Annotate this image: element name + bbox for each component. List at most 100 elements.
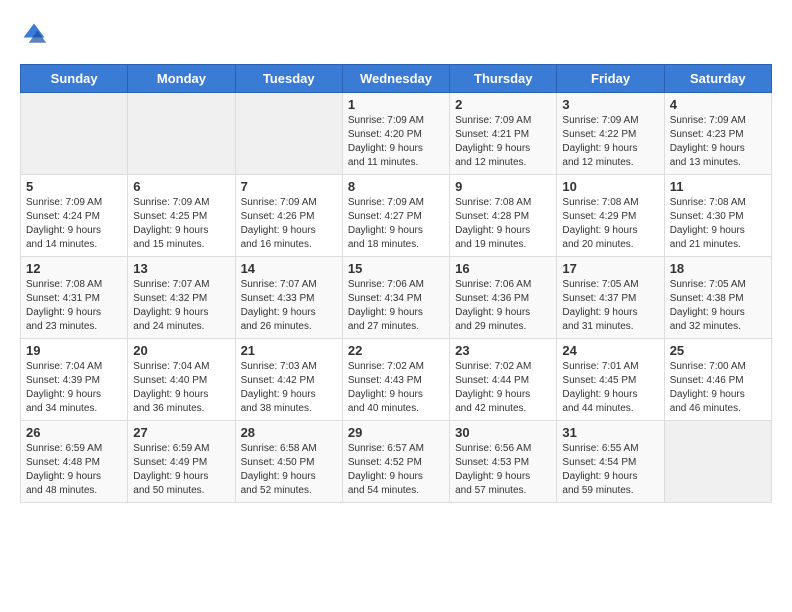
day-number: 14 [241,261,337,276]
day-info: Sunrise: 7:07 AM Sunset: 4:32 PM Dayligh… [133,278,229,334]
day-info: Sunrise: 7:09 AM Sunset: 4:20 PM Dayligh… [348,114,444,170]
calendar-cell [235,93,342,175]
day-number: 22 [348,343,444,358]
day-number: 27 [133,425,229,440]
day-info: Sunrise: 7:06 AM Sunset: 4:36 PM Dayligh… [455,278,551,334]
calendar-cell: 7 Sunrise: 7:09 AM Sunset: 4:26 PM Daylig… [235,175,342,257]
calendar-table: SundayMondayTuesdayWednesdayThursdayFrid… [20,64,772,503]
day-number: 7 [241,179,337,194]
day-info: Sunrise: 7:05 AM Sunset: 4:37 PM Dayligh… [562,278,658,334]
calendar-cell: 4Sunrise: 7:09 AM Sunset: 4:23 PM Daylig… [664,93,771,175]
calendar-cell: 15 Sunrise: 7:06 AM Sunset: 4:34 PM Dayli… [342,257,449,339]
calendar-cell: 24 Sunrise: 7:01 AM Sunset: 4:45 PM Dayli… [557,339,664,421]
calendar-cell: 28 Sunrise: 6:58 AM Sunset: 4:50 PM Dayli… [235,421,342,503]
calendar-cell: 19 Sunrise: 7:04 AM Sunset: 4:39 PM Dayli… [21,339,128,421]
weekday-header-tuesday: Tuesday [235,65,342,93]
calendar-cell: 23 Sunrise: 7:02 AM Sunset: 4:44 PM Dayli… [450,339,557,421]
day-info: Sunrise: 6:57 AM Sunset: 4:52 PM Dayligh… [348,442,444,498]
day-info: Sunrise: 7:09 AM Sunset: 4:21 PM Dayligh… [455,114,551,170]
day-info: Sunrise: 7:04 AM Sunset: 4:39 PM Dayligh… [26,360,122,416]
day-number: 28 [241,425,337,440]
day-number: 5 [26,179,122,194]
day-number: 26 [26,425,122,440]
calendar-cell: 27 Sunrise: 6:59 AM Sunset: 4:49 PM Dayli… [128,421,235,503]
calendar-week-1: 1 Sunrise: 7:09 AM Sunset: 4:20 PM Daylig… [21,93,772,175]
day-info: Sunrise: 7:02 AM Sunset: 4:43 PM Dayligh… [348,360,444,416]
calendar-cell: 30Sunrise: 6:56 AM Sunset: 4:53 PM Dayli… [450,421,557,503]
weekday-header-saturday: Saturday [664,65,771,93]
calendar-cell: 16Sunrise: 7:06 AM Sunset: 4:36 PM Dayli… [450,257,557,339]
calendar-cell: 26 Sunrise: 6:59 AM Sunset: 4:48 PM Dayli… [21,421,128,503]
day-number: 21 [241,343,337,358]
day-number: 9 [455,179,551,194]
weekday-header-sunday: Sunday [21,65,128,93]
calendar-body: 1 Sunrise: 7:09 AM Sunset: 4:20 PM Daylig… [21,93,772,503]
day-info: Sunrise: 7:09 AM Sunset: 4:27 PM Dayligh… [348,196,444,252]
day-info: Sunrise: 7:05 AM Sunset: 4:38 PM Dayligh… [670,278,766,334]
calendar-cell: 31 Sunrise: 6:55 AM Sunset: 4:54 PM Dayli… [557,421,664,503]
day-number: 15 [348,261,444,276]
calendar-week-5: 26 Sunrise: 6:59 AM Sunset: 4:48 PM Dayli… [21,421,772,503]
weekday-header-row: SundayMondayTuesdayWednesdayThursdayFrid… [21,65,772,93]
day-number: 29 [348,425,444,440]
calendar-cell: 14 Sunrise: 7:07 AM Sunset: 4:33 PM Dayli… [235,257,342,339]
day-info: Sunrise: 7:09 AM Sunset: 4:24 PM Dayligh… [26,196,122,252]
day-info: Sunrise: 7:08 AM Sunset: 4:28 PM Dayligh… [455,196,551,252]
day-number: 1 [348,97,444,112]
calendar-cell: 11Sunrise: 7:08 AM Sunset: 4:30 PM Dayli… [664,175,771,257]
day-number: 30 [455,425,551,440]
calendar-cell: 12Sunrise: 7:08 AM Sunset: 4:31 PM Dayli… [21,257,128,339]
calendar-cell: 29 Sunrise: 6:57 AM Sunset: 4:52 PM Dayli… [342,421,449,503]
day-number: 10 [562,179,658,194]
day-info: Sunrise: 7:01 AM Sunset: 4:45 PM Dayligh… [562,360,658,416]
day-info: Sunrise: 6:55 AM Sunset: 4:54 PM Dayligh… [562,442,658,498]
day-number: 20 [133,343,229,358]
weekday-header-thursday: Thursday [450,65,557,93]
day-number: 31 [562,425,658,440]
calendar-cell: 8 Sunrise: 7:09 AM Sunset: 4:27 PM Daylig… [342,175,449,257]
day-number: 18 [670,261,766,276]
day-number: 13 [133,261,229,276]
day-info: Sunrise: 7:04 AM Sunset: 4:40 PM Dayligh… [133,360,229,416]
day-info: Sunrise: 7:09 AM Sunset: 4:23 PM Dayligh… [670,114,766,170]
calendar-cell [664,421,771,503]
calendar-cell [128,93,235,175]
day-number: 2 [455,97,551,112]
day-info: Sunrise: 6:58 AM Sunset: 4:50 PM Dayligh… [241,442,337,498]
calendar-cell: 25 Sunrise: 7:00 AM Sunset: 4:46 PM Dayli… [664,339,771,421]
day-info: Sunrise: 6:59 AM Sunset: 4:49 PM Dayligh… [133,442,229,498]
day-number: 17 [562,261,658,276]
calendar-week-2: 5 Sunrise: 7:09 AM Sunset: 4:24 PM Daylig… [21,175,772,257]
calendar-cell: 21 Sunrise: 7:03 AM Sunset: 4:42 PM Dayli… [235,339,342,421]
calendar-cell: 13 Sunrise: 7:07 AM Sunset: 4:32 PM Dayli… [128,257,235,339]
day-info: Sunrise: 7:09 AM Sunset: 4:22 PM Dayligh… [562,114,658,170]
weekday-header-friday: Friday [557,65,664,93]
day-info: Sunrise: 7:08 AM Sunset: 4:29 PM Dayligh… [562,196,658,252]
day-number: 8 [348,179,444,194]
day-info: Sunrise: 7:02 AM Sunset: 4:44 PM Dayligh… [455,360,551,416]
day-info: Sunrise: 7:09 AM Sunset: 4:26 PM Dayligh… [241,196,337,252]
calendar-header: SundayMondayTuesdayWednesdayThursdayFrid… [21,65,772,93]
day-info: Sunrise: 7:00 AM Sunset: 4:46 PM Dayligh… [670,360,766,416]
calendar-week-4: 19 Sunrise: 7:04 AM Sunset: 4:39 PM Dayli… [21,339,772,421]
day-info: Sunrise: 7:08 AM Sunset: 4:30 PM Dayligh… [670,196,766,252]
day-info: Sunrise: 6:59 AM Sunset: 4:48 PM Dayligh… [26,442,122,498]
page-header [20,20,772,48]
day-info: Sunrise: 7:03 AM Sunset: 4:42 PM Dayligh… [241,360,337,416]
day-info: Sunrise: 7:06 AM Sunset: 4:34 PM Dayligh… [348,278,444,334]
calendar-cell: 9 Sunrise: 7:08 AM Sunset: 4:28 PM Daylig… [450,175,557,257]
calendar-cell: 1 Sunrise: 7:09 AM Sunset: 4:20 PM Daylig… [342,93,449,175]
weekday-header-monday: Monday [128,65,235,93]
day-info: Sunrise: 7:08 AM Sunset: 4:31 PM Dayligh… [26,278,122,334]
calendar-cell: 20 Sunrise: 7:04 AM Sunset: 4:40 PM Dayli… [128,339,235,421]
day-info: Sunrise: 7:07 AM Sunset: 4:33 PM Dayligh… [241,278,337,334]
calendar-cell: 5 Sunrise: 7:09 AM Sunset: 4:24 PM Daylig… [21,175,128,257]
weekday-header-wednesday: Wednesday [342,65,449,93]
logo [20,20,52,48]
day-number: 24 [562,343,658,358]
day-number: 19 [26,343,122,358]
day-number: 25 [670,343,766,358]
calendar-cell: 2 Sunrise: 7:09 AM Sunset: 4:21 PM Daylig… [450,93,557,175]
day-number: 23 [455,343,551,358]
calendar-cell: 10 Sunrise: 7:08 AM Sunset: 4:29 PM Dayli… [557,175,664,257]
